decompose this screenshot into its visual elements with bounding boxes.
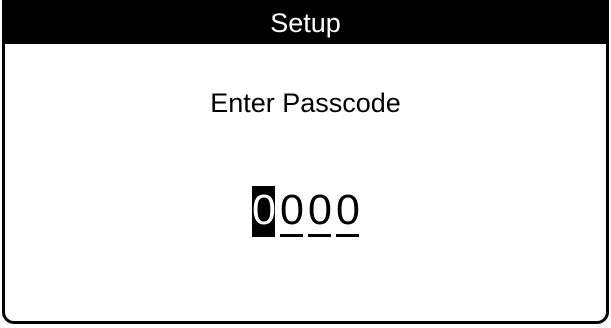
- passcode-digit-2[interactable]: 0: [280, 186, 304, 237]
- passcode-digit-3[interactable]: 0: [308, 186, 332, 237]
- passcode-digit-4[interactable]: 0: [336, 186, 360, 237]
- passcode-entry: 0 0 0 0: [5, 186, 606, 237]
- passcode-prompt: Enter Passcode: [210, 88, 401, 118]
- passcode-digit-1[interactable]: 0: [252, 186, 276, 237]
- setup-screen: Setup Enter Passcode 0 0 0 0: [2, 0, 609, 324]
- title-bar: Setup: [5, 3, 606, 44]
